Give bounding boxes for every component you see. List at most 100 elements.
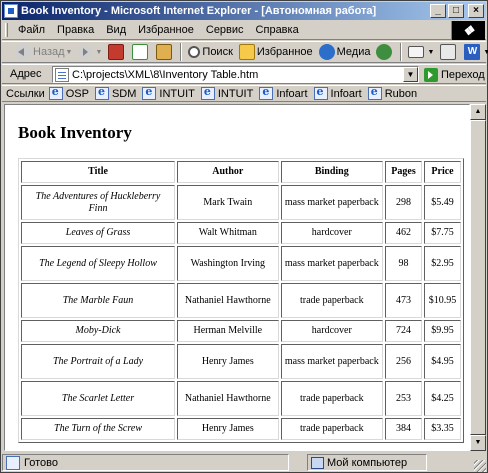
link-intuit-2[interactable]: INTUIT [200, 86, 253, 100]
table-header-row: Title Author Binding Pages Price [21, 161, 461, 183]
back-button[interactable]: Назад ▼ [12, 42, 75, 62]
edit-button[interactable]: W ▼ [461, 42, 488, 62]
table-row: Moby-Dick Herman Melville hardcover 724 … [21, 320, 461, 342]
refresh-icon [132, 44, 149, 60]
resize-grip[interactable] [474, 460, 486, 472]
chevron-down-icon[interactable]: ▼ [427, 49, 434, 56]
address-input[interactable]: C:\projects\XML\8\Inventory Table.htm ▼ [52, 66, 419, 83]
standard-toolbar: Назад ▼ ▼ Поиск Избранное Медиа ▼ W ▼ [2, 41, 488, 63]
chevron-down-icon[interactable]: ▼ [95, 49, 102, 56]
table-row: The Scarlet Letter Nathaniel Hawthorne t… [21, 381, 461, 416]
ie-page-icon [313, 86, 328, 100]
cell-binding: trade paperback [280, 381, 384, 416]
browser-window: Book Inventory - Microsoft Internet Expl… [0, 0, 488, 473]
cell-price: $4.25 [423, 381, 461, 416]
security-zone: Мой компьютер [307, 454, 427, 471]
page-done-icon [6, 455, 20, 470]
chevron-down-icon[interactable]: ▼ [483, 49, 488, 56]
history-icon [376, 44, 393, 60]
menu-favorites[interactable]: Избранное [132, 22, 200, 39]
menu-grip[interactable] [5, 23, 8, 37]
address-bar: Адрес C:\projects\XML\8\Inventory Table.… [2, 64, 486, 84]
link-label: Infoart [276, 87, 308, 100]
page-content: Book Inventory Title Author Binding Page… [4, 104, 470, 451]
search-label: Поиск [202, 46, 233, 58]
media-icon [318, 44, 335, 60]
mail-button[interactable]: ▼ [405, 42, 437, 62]
menu-view[interactable]: Вид [100, 22, 132, 39]
cell-price: $10.95 [423, 283, 461, 318]
cell-binding: mass market paperback [280, 246, 384, 281]
scroll-thumb[interactable] [470, 120, 486, 435]
cell-title: The Marble Faun [21, 283, 176, 318]
cell-price: $3.35 [423, 418, 461, 440]
favorites-label: Избранное [256, 46, 313, 58]
chevron-down-icon[interactable]: ▼ [66, 49, 73, 56]
refresh-button[interactable] [129, 42, 153, 62]
title-bar[interactable]: Book Inventory - Microsoft Internet Expl… [2, 2, 486, 20]
back-arrow-icon [15, 44, 31, 60]
status-bar: Готово Мой компьютер [2, 453, 486, 472]
cell-title: The Adventures of Huckleberry Finn [21, 185, 176, 220]
window-controls: _ □ × [428, 4, 484, 18]
link-rubon[interactable]: Rubon [367, 86, 417, 100]
scroll-down-button[interactable]: ▼ [470, 435, 486, 451]
search-button[interactable]: Поиск [185, 42, 235, 62]
column-header-title: Title [21, 161, 176, 183]
toolbar-separator [180, 43, 183, 61]
menu-edit[interactable]: Правка [51, 22, 100, 39]
history-button[interactable] [373, 42, 397, 62]
cell-price: $2.95 [423, 246, 461, 281]
maximize-button[interactable]: □ [448, 4, 464, 18]
scroll-up-button[interactable]: ▲ [470, 104, 486, 120]
menu-bar: Файл Правка Вид Избранное Сервис Справка… [2, 21, 486, 40]
link-label: SDM [111, 87, 137, 100]
cell-price: $5.49 [423, 185, 461, 220]
cell-author: Washington Irving [177, 246, 279, 281]
favorites-button[interactable]: Избранное [236, 42, 316, 62]
stop-button[interactable] [105, 42, 129, 62]
link-sdm[interactable]: SDM [94, 86, 137, 100]
link-infoart-1[interactable]: Infoart [259, 86, 308, 100]
minimize-button[interactable]: _ [430, 4, 446, 18]
media-label: Медиа [336, 46, 371, 58]
link-infoart-2[interactable]: Infoart [313, 86, 362, 100]
printer-icon [440, 44, 457, 60]
close-button[interactable]: × [468, 4, 484, 18]
table-row: The Portrait of a Lady Henry James mass … [21, 344, 461, 379]
cell-author: Walt Whitman [177, 222, 279, 244]
vertical-scrollbar[interactable]: ▲ ▼ [470, 104, 486, 451]
cell-price: $7.75 [423, 222, 461, 244]
zone-label: Мой компьютер [327, 456, 408, 469]
cell-title: Leaves of Grass [21, 222, 176, 244]
cell-price: $9.95 [423, 320, 461, 342]
address-url[interactable]: C:\projects\XML\8\Inventory Table.htm [72, 69, 258, 81]
link-osp[interactable]: OSP [48, 86, 89, 100]
inventory-table: Title Author Binding Pages Price The Adv… [18, 158, 464, 443]
cell-pages: 98 [385, 246, 422, 281]
column-header-author: Author [177, 161, 279, 183]
print-button[interactable] [437, 42, 461, 62]
cell-binding: hardcover [280, 320, 384, 342]
media-button[interactable]: Медиа [316, 42, 374, 62]
back-label: Назад [33, 46, 65, 58]
link-intuit-1[interactable]: INTUIT [142, 86, 195, 100]
menu-help[interactable]: Справка [250, 22, 305, 39]
home-button[interactable] [153, 42, 177, 62]
address-dropdown-button[interactable]: ▼ [403, 67, 418, 82]
mail-icon [408, 46, 425, 58]
address-label: Адрес [10, 68, 42, 80]
table-row: The Adventures of Huckleberry Finn Mark … [21, 185, 461, 220]
cell-binding: trade paperback [280, 418, 384, 440]
cell-price: $4.95 [423, 344, 461, 379]
toolbar-separator [400, 43, 403, 61]
forward-button[interactable]: ▼ [75, 42, 105, 62]
cell-binding: hardcover [280, 222, 384, 244]
cell-author: Mark Twain [177, 185, 279, 220]
menu-tools[interactable]: Сервис [200, 22, 250, 39]
windows-logo: ❖ [451, 21, 485, 40]
page-title: Book Inventory [18, 123, 132, 142]
ie-page-icon [48, 86, 63, 100]
go-button[interactable]: Переход [424, 66, 485, 83]
menu-file[interactable]: Файл [12, 22, 51, 39]
